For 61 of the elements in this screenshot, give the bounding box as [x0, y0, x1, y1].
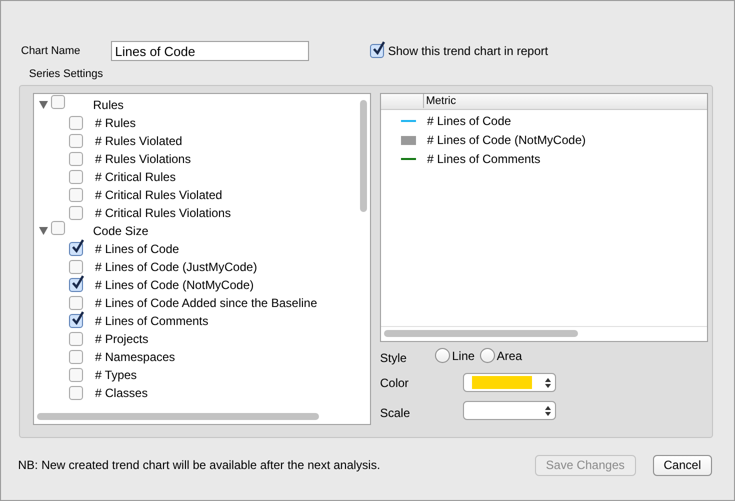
field-label: Chart Name — [20, 44, 82, 59]
metric-label[interactable]: # Lines of Comments — [427, 150, 540, 168]
radio-button[interactable] — [480, 348, 495, 363]
checkbox[interactable] — [69, 242, 83, 256]
tree-item-label[interactable]: # Projects — [95, 330, 148, 348]
field-label: Style — [380, 350, 408, 366]
checkbox[interactable] — [51, 95, 65, 109]
checkbox[interactable] — [69, 188, 83, 202]
tree-item-label[interactable]: # Critical Rules Violated — [95, 186, 222, 204]
metric-label[interactable]: # Lines of Code — [427, 112, 512, 130]
metric-label[interactable]: # Lines of Code (NotMyCode) — [427, 131, 586, 149]
checkbox[interactable] — [51, 221, 65, 235]
checkbox[interactable] — [370, 44, 384, 58]
tree-group-label[interactable]: Rules — [93, 96, 124, 114]
checkbox[interactable] — [69, 206, 83, 220]
field-label: Color — [380, 374, 410, 392]
checkbox[interactable] — [69, 368, 83, 382]
tree-item-label[interactable]: # Classes — [95, 384, 148, 402]
checkbox[interactable] — [69, 350, 83, 364]
color-dropdown[interactable] — [463, 373, 556, 392]
checkbox[interactable] — [69, 332, 83, 346]
section-title: Series Settings — [29, 67, 103, 82]
checkbox[interactable] — [69, 314, 83, 328]
note-text: NB: New created trend chart will be available after the next analysis. — [18, 457, 380, 474]
expanded-triangle-icon[interactable] — [39, 226, 48, 234]
stepper-arrows-icon — [545, 406, 551, 416]
expanded-triangle-icon[interactable] — [39, 100, 48, 108]
checkbox[interactable] — [69, 260, 83, 274]
tree-item-label[interactable]: # Lines of Comments — [95, 312, 208, 330]
horizontal-scrollbar[interactable] — [384, 330, 578, 337]
checkbox[interactable] — [69, 152, 83, 166]
checkbox-label: Show this trend chart in report — [388, 43, 548, 60]
tree-item-label[interactable]: # Rules — [95, 114, 136, 132]
checkbox[interactable] — [69, 386, 83, 400]
tree-item-label[interactable]: # Lines of Code Added since the Baseline — [95, 294, 318, 312]
radio-button[interactable] — [435, 348, 450, 363]
checkbox[interactable] — [69, 116, 83, 130]
checkbox[interactable] — [69, 170, 83, 184]
field-label: Scale — [380, 404, 412, 422]
scale-dropdown[interactable] — [463, 401, 556, 420]
radio-label: Line — [452, 348, 475, 364]
radio-label: Area — [496, 348, 522, 364]
tree-item-label[interactable]: # Critical Rules — [95, 168, 176, 186]
tree-item-label[interactable]: # Types — [95, 366, 137, 384]
dialog-button[interactable]: Cancel — [652, 454, 712, 476]
tree-item-label[interactable]: # Rules Violated — [95, 132, 182, 150]
chart-name-field[interactable]: Lines of Code — [111, 41, 309, 61]
checkbox[interactable] — [69, 134, 83, 148]
tree-item-label[interactable]: # Lines of Code (NotMyCode) — [95, 276, 254, 294]
stepper-arrows-icon — [545, 378, 551, 388]
checkbox[interactable] — [69, 296, 83, 310]
tree-item-label[interactable]: # Critical Rules Violations — [95, 204, 231, 222]
tree-item-label[interactable]: # Lines of Code — [95, 240, 180, 258]
horizontal-scrollbar[interactable] — [37, 413, 319, 420]
tree-item-label[interactable]: # Lines of Code (JustMyCode) — [95, 258, 258, 276]
vertical-scrollbar[interactable] — [360, 100, 367, 212]
checkbox[interactable] — [69, 278, 83, 292]
tree-item-label[interactable]: # Rules Violations — [95, 150, 191, 168]
tree-group-label[interactable]: Code Size — [93, 222, 148, 240]
column-header[interactable]: Metric — [423, 94, 456, 108]
tree-item-label[interactable]: # Namespaces — [95, 348, 176, 366]
